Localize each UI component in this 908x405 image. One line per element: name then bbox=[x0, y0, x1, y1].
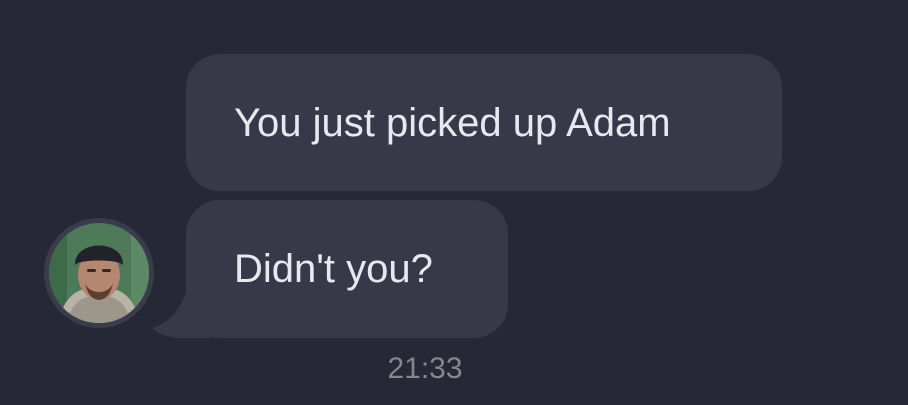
message-text: Didn't you? bbox=[234, 247, 433, 291]
message-timestamp: 21:33 bbox=[387, 352, 463, 385]
message-text: You just picked up Adam bbox=[234, 100, 671, 145]
avatar[interactable] bbox=[44, 218, 154, 328]
message-bubble[interactable]: Didn't you? bbox=[186, 200, 508, 338]
chat-thread: You just picked up Adam Didn't you? 21:3… bbox=[0, 0, 908, 405]
person-avatar-icon bbox=[49, 223, 149, 323]
message-bubble[interactable]: You just picked up Adam bbox=[186, 54, 782, 191]
